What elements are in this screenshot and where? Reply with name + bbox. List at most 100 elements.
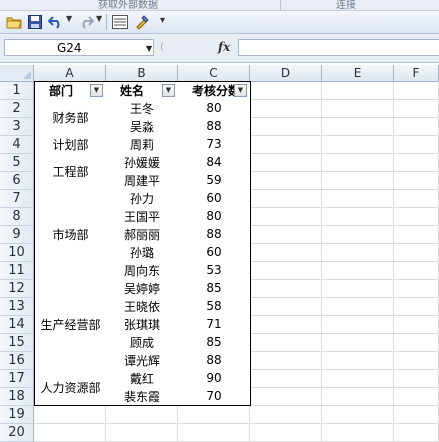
select-all-corner[interactable] [0, 65, 34, 82]
filter-dropdown-icon[interactable]: ▼ [162, 84, 175, 97]
name-cell[interactable]: 周向东 [106, 261, 179, 280]
row-header-4[interactable]: 4 [0, 136, 34, 154]
row-header-13[interactable]: 13 [0, 298, 34, 316]
score-cell[interactable]: 60 [178, 243, 251, 262]
row-header-8[interactable]: 8 [0, 208, 34, 226]
name-box-dropdown-icon[interactable]: ▼ [146, 44, 152, 53]
department-cell[interactable]: 生产经营部 [34, 279, 107, 370]
formula-input[interactable] [238, 39, 439, 56]
redo-icon[interactable] [78, 14, 94, 30]
save-icon[interactable] [27, 14, 43, 30]
row-header-3[interactable]: 3 [0, 118, 34, 136]
score-cell[interactable]: 60 [178, 189, 251, 208]
name-cell[interactable]: 王晓依 [106, 297, 179, 316]
department-cell[interactable]: 人力资源部 [34, 369, 107, 406]
name-cell[interactable]: 顾成 [106, 333, 179, 352]
row-header-19[interactable]: 19 [0, 406, 34, 424]
row-header-17[interactable]: 17 [0, 370, 34, 388]
row-header-12[interactable]: 12 [0, 280, 34, 298]
form-icon[interactable] [112, 14, 128, 30]
ribbon-strip: 获取外部数据 连接 [0, 0, 439, 11]
score-cell[interactable]: 90 [178, 369, 251, 388]
ribbon-group-label-connections: 连接 [336, 0, 356, 11]
gridline [321, 82, 322, 442]
column-header-b[interactable]: B [106, 65, 178, 82]
row-header-18[interactable]: 18 [0, 388, 34, 406]
header-cell-department[interactable]: 部门 ▼ [34, 81, 107, 100]
insert-function-icon[interactable]: fx [218, 40, 230, 54]
row-header-14[interactable]: 14 [0, 316, 34, 334]
column-header-c[interactable]: C [178, 65, 250, 82]
name-cell[interactable]: 孙力 [106, 189, 179, 208]
name-cell[interactable]: 裴东霞 [106, 387, 179, 406]
name-cell[interactable]: 周莉 [106, 135, 179, 154]
row-header-2[interactable]: 2 [0, 100, 34, 118]
name-cell[interactable]: 王国平 [106, 207, 179, 226]
header-label: 姓名 [120, 84, 145, 98]
header-label: 部门 [49, 84, 74, 98]
header-cell-name[interactable]: 姓名 ▼ [106, 81, 179, 100]
row-header-7[interactable]: 7 [0, 190, 34, 208]
filter-dropdown-icon[interactable]: ▼ [90, 84, 103, 97]
row-header-10[interactable]: 10 [0, 244, 34, 262]
name-cell[interactable]: 郝丽丽 [106, 225, 179, 244]
name-cell[interactable]: 谭光辉 [106, 351, 179, 370]
row-header-16[interactable]: 16 [0, 352, 34, 370]
open-folder-icon[interactable] [6, 14, 22, 30]
name-cell[interactable]: 孙媛媛 [106, 153, 179, 172]
score-cell[interactable]: 85 [178, 333, 251, 352]
column-header-d[interactable]: D [250, 65, 322, 82]
row-header-15[interactable]: 15 [0, 334, 34, 352]
ribbon-separator [280, 0, 281, 10]
department-cell[interactable]: 计划部 [34, 135, 107, 154]
ribbon-group-label-external-data: 获取外部数据 [98, 0, 158, 11]
score-cell[interactable]: 59 [178, 171, 251, 190]
name-cell[interactable]: 吴婷婷 [106, 279, 179, 298]
formula-bar: G24 ▼ ( fx [0, 34, 439, 63]
column-header-e[interactable]: E [322, 65, 394, 82]
department-cell[interactable]: 财务部 [34, 99, 107, 136]
undo-icon[interactable] [48, 14, 64, 30]
row-header-9[interactable]: 9 [0, 226, 34, 244]
row-header-1[interactable]: 1 [0, 82, 34, 100]
name-cell[interactable]: 戴红 [106, 369, 179, 388]
name-cell[interactable]: 周建平 [106, 171, 179, 190]
gridline [34, 423, 439, 424]
name-box[interactable]: G24 [4, 39, 154, 56]
row-header-5[interactable]: 5 [0, 154, 34, 172]
gridline [393, 82, 394, 442]
score-cell[interactable]: 85 [178, 279, 251, 298]
quick-access-toolbar: ▼ ▼ ▾ [0, 11, 439, 34]
name-cell[interactable]: 孙璐 [106, 243, 179, 262]
row-header-6[interactable]: 6 [0, 172, 34, 190]
toolbar-separator [106, 14, 107, 30]
row-header-11[interactable]: 11 [0, 262, 34, 280]
score-cell[interactable]: 70 [178, 387, 251, 406]
score-cell[interactable]: 80 [178, 207, 251, 226]
score-cell[interactable]: 58 [178, 297, 251, 316]
header-label: 考核分数 [192, 84, 240, 98]
department-cell[interactable]: 工程部 [34, 153, 107, 190]
score-cell[interactable]: 88 [178, 225, 251, 244]
score-cell[interactable]: 88 [178, 117, 251, 136]
score-cell[interactable]: 71 [178, 315, 251, 334]
department-cell[interactable]: 市场部 [34, 189, 107, 280]
column-header-a[interactable]: A [34, 65, 106, 82]
name-cell[interactable]: 王冬 [106, 99, 179, 118]
score-cell[interactable]: 80 [178, 99, 251, 118]
score-cell[interactable]: 88 [178, 351, 251, 370]
filter-dropdown-icon[interactable]: ▼ [234, 84, 247, 97]
customize-toolbar-icon[interactable]: ▾ [160, 15, 165, 26]
score-cell[interactable]: 84 [178, 153, 251, 172]
name-cell[interactable]: 吴淼 [106, 117, 179, 136]
header-cell-score[interactable]: 考核分数 ▼ [178, 81, 251, 100]
score-cell[interactable]: 73 [178, 135, 251, 154]
name-cell[interactable]: 张琪琪 [106, 315, 179, 334]
format-painter-icon[interactable] [134, 14, 150, 30]
redo-dropdown-icon[interactable]: ▼ [96, 14, 102, 23]
row-header-20[interactable]: 20 [0, 424, 34, 442]
formula-bar-splitter[interactable]: ( [160, 39, 166, 56]
undo-dropdown-icon[interactable]: ▼ [66, 14, 72, 23]
column-header-f[interactable]: F [394, 65, 439, 82]
score-cell[interactable]: 53 [178, 261, 251, 280]
